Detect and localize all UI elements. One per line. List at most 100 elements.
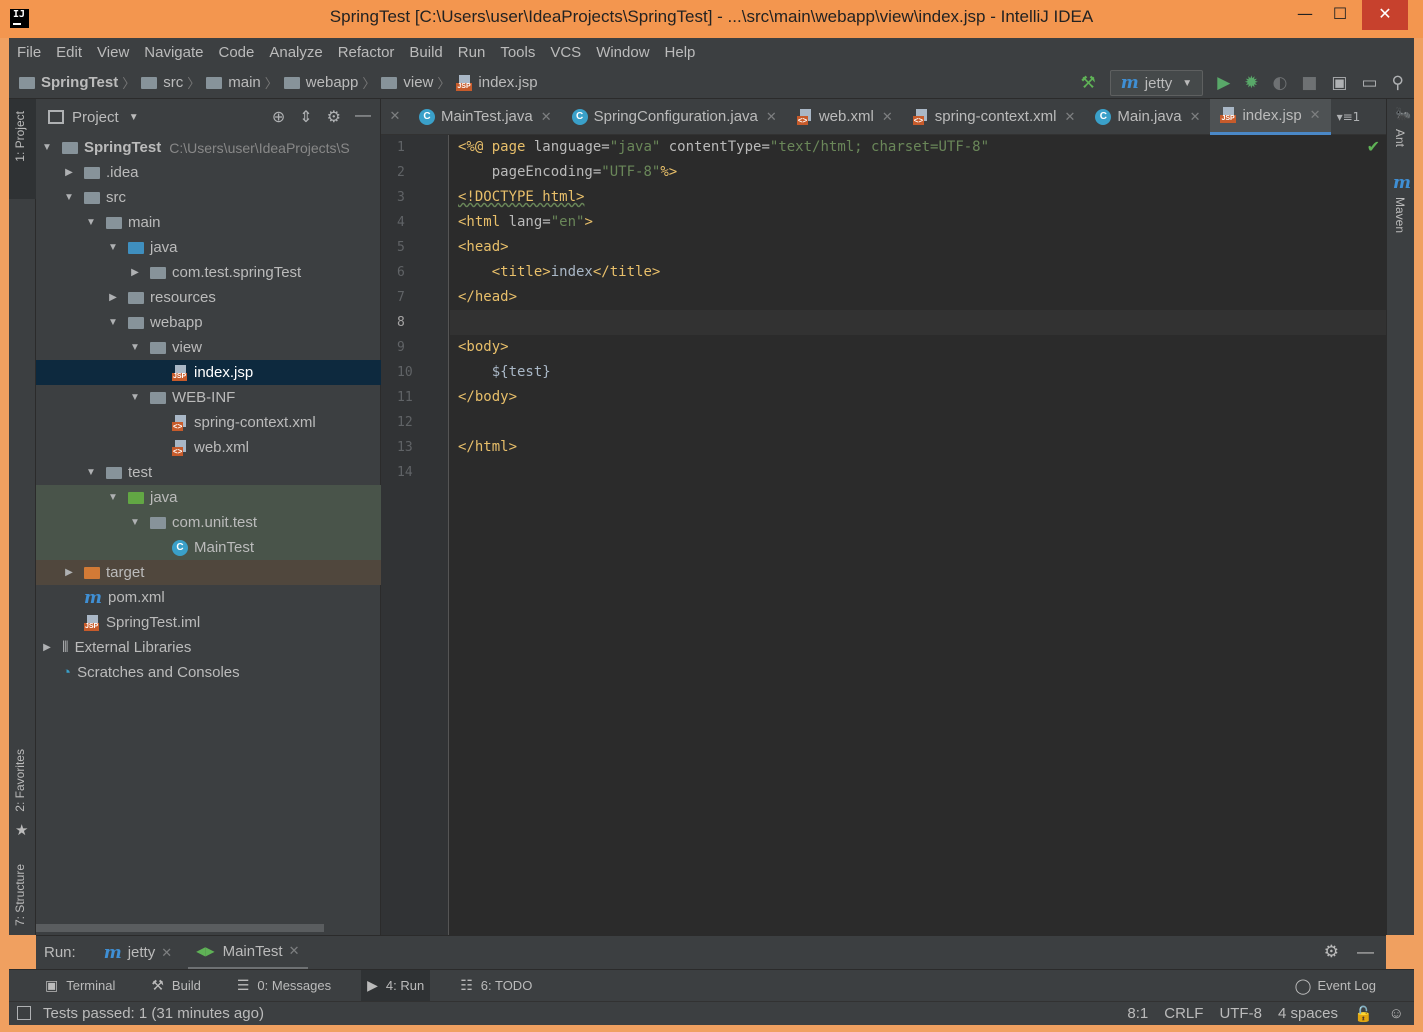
close-icon[interactable]: ✕ xyxy=(381,109,409,124)
tree-item[interactable]: spring-context.xml xyxy=(36,410,381,435)
tree-item[interactable]: ▶ ⦀ External Libraries xyxy=(36,635,381,660)
code-line[interactable]: ${test} xyxy=(450,360,1386,385)
caret-position[interactable]: 8:1 xyxy=(1127,1005,1148,1022)
tree-item-selected[interactable]: index.jsp xyxy=(36,360,381,385)
tree-item[interactable]: ▼ test xyxy=(36,460,381,485)
collapse-all-icon[interactable]: ⇕ xyxy=(299,107,312,127)
debug-icon[interactable]: ✹ xyxy=(1244,73,1258,93)
tree-item[interactable]: ▼ java xyxy=(36,485,381,510)
code-line[interactable]: </head> xyxy=(450,285,1386,310)
menu-tools[interactable]: Tools xyxy=(500,44,535,61)
tab-springconfiguration[interactable]: C SpringConfiguration.java ✕ xyxy=(562,99,787,135)
expanded-arrow-icon[interactable]: ▼ xyxy=(106,492,120,503)
breadcrumb-item[interactable]: view xyxy=(403,74,433,91)
expanded-arrow-icon[interactable]: ▼ xyxy=(128,517,142,528)
favorites-tool-button[interactable]: 2: Favorites xyxy=(13,749,27,812)
code-line-current[interactable] xyxy=(450,310,1386,335)
close-icon[interactable]: ✕ xyxy=(1310,107,1321,123)
code-editor[interactable]: <%@ page language="java" contentType="te… xyxy=(450,135,1386,935)
build-hammer-icon[interactable]: ⚒ xyxy=(1081,73,1096,93)
code-line[interactable] xyxy=(450,460,1386,485)
tab-main[interactable]: C Main.java ✕ xyxy=(1085,99,1210,135)
run-configuration-select[interactable]: m jetty ▼ xyxy=(1109,70,1204,96)
expanded-arrow-icon[interactable]: ▼ xyxy=(84,467,98,478)
tree-item[interactable]: ▼ com.unit.test xyxy=(36,510,381,535)
todo-tool-button[interactable]: ☷ 6: TODO xyxy=(454,970,538,1002)
expanded-arrow-icon[interactable]: ▼ xyxy=(40,142,54,153)
unlock-icon[interactable]: 🔓 xyxy=(1354,1005,1373,1023)
close-button[interactable]: ✕ xyxy=(1362,0,1408,30)
code-line[interactable] xyxy=(450,410,1386,435)
run-tool-button[interactable]: ▶ 4: Run xyxy=(361,969,431,1002)
collapsed-arrow-icon[interactable]: ▶ xyxy=(62,167,76,178)
tab-overflow-icon[interactable]: ▾≡1 xyxy=(1337,110,1361,124)
menu-help[interactable]: Help xyxy=(665,44,696,61)
tree-item[interactable]: ▼ main xyxy=(36,210,381,235)
horizontal-scrollbar[interactable] xyxy=(36,924,324,932)
tree-item[interactable]: ▼ view xyxy=(36,335,381,360)
tab-spring-context[interactable]: spring-context.xml ✕ xyxy=(903,99,1086,135)
status-message[interactable]: Tests passed: 1 (31 minutes ago) xyxy=(43,1005,264,1022)
stop-icon[interactable]: ■ xyxy=(1301,73,1317,93)
tree-item[interactable]: ▶ resources xyxy=(36,285,381,310)
menu-refactor[interactable]: Refactor xyxy=(338,44,395,61)
tree-item[interactable]: ▼ webapp xyxy=(36,310,381,335)
expanded-arrow-icon[interactable]: ▼ xyxy=(84,217,98,228)
code-line[interactable]: <title>index</title> xyxy=(450,260,1386,285)
menu-navigate[interactable]: Navigate xyxy=(144,44,203,61)
tree-item[interactable]: web.xml xyxy=(36,435,381,460)
menu-analyze[interactable]: Analyze xyxy=(269,44,322,61)
expanded-arrow-icon[interactable]: ▼ xyxy=(106,317,120,328)
tab-web-xml[interactable]: web.xml ✕ xyxy=(787,99,903,135)
code-line[interactable]: <body> xyxy=(450,335,1386,360)
tree-item[interactable]: SpringTest.iml xyxy=(36,610,381,635)
menu-file[interactable]: File xyxy=(17,44,41,61)
tree-item[interactable]: ▼ java xyxy=(36,235,381,260)
event-log-button[interactable]: ◯ Event Log xyxy=(1295,977,1376,995)
expanded-arrow-icon[interactable]: ▼ xyxy=(106,242,120,253)
file-encoding[interactable]: UTF-8 xyxy=(1219,1005,1262,1022)
breadcrumb-item[interactable]: src xyxy=(163,74,183,91)
messages-tool-button[interactable]: ☰ 0: Messages xyxy=(231,970,337,1002)
maven-tool-button[interactable]: Maven xyxy=(1393,197,1407,233)
collapsed-arrow-icon[interactable]: ▶ xyxy=(106,292,120,303)
menu-code[interactable]: Code xyxy=(218,44,254,61)
close-icon[interactable]: ✕ xyxy=(882,109,893,125)
expanded-arrow-icon[interactable]: ▼ xyxy=(128,342,142,353)
tree-item[interactable]: ▼ WEB-INF xyxy=(36,385,381,410)
tree-item[interactable]: ▶ target xyxy=(36,560,381,585)
indent-setting[interactable]: 4 spaces xyxy=(1278,1005,1338,1022)
terminal-tool-button[interactable]: ▣ Terminal xyxy=(39,970,121,1002)
breadcrumb-item[interactable]: webapp xyxy=(306,74,359,91)
collapsed-arrow-icon[interactable]: ▶ xyxy=(128,267,142,278)
gear-icon[interactable]: ⚙ xyxy=(327,107,341,127)
menu-build[interactable]: Build xyxy=(409,44,442,61)
tree-item[interactable]: C MainTest xyxy=(36,535,381,560)
project-tool-button[interactable]: 1: Project xyxy=(9,99,36,199)
menu-window[interactable]: Window xyxy=(596,44,649,61)
menu-edit[interactable]: Edit xyxy=(56,44,82,61)
code-line[interactable]: pageEncoding="UTF-8"%> xyxy=(450,160,1386,185)
tab-maintest[interactable]: C MainTest.java ✕ xyxy=(409,99,562,135)
menu-view[interactable]: View xyxy=(97,44,129,61)
search-icon[interactable]: ⚲ xyxy=(1392,73,1404,93)
breadcrumb-item[interactable]: main xyxy=(228,74,261,91)
project-panel-title[interactable]: Project xyxy=(72,109,119,126)
menu-vcs[interactable]: VCS xyxy=(550,44,581,61)
expanded-arrow-icon[interactable]: ▼ xyxy=(128,392,142,403)
ant-tool-button[interactable]: Ant xyxy=(1393,129,1407,147)
code-line[interactable]: </html> xyxy=(450,435,1386,460)
menu-run[interactable]: Run xyxy=(458,44,486,61)
close-icon[interactable]: ✕ xyxy=(766,109,777,125)
tree-item[interactable]: ▶ .idea xyxy=(36,160,381,185)
close-icon[interactable]: ✕ xyxy=(1064,109,1075,125)
tree-item[interactable]: ▶ com.test.springTest xyxy=(36,260,381,285)
code-line[interactable]: <%@ page language="java" contentType="te… xyxy=(450,135,1386,160)
run-tab-maintest[interactable]: ◀▶ MainTest ✕ xyxy=(188,936,308,970)
tree-item[interactable]: m pom.xml xyxy=(36,585,381,610)
close-icon[interactable]: ✕ xyxy=(161,945,172,961)
close-icon[interactable]: ✕ xyxy=(541,109,552,125)
breadcrumb-item[interactable]: SpringTest xyxy=(41,74,118,91)
line-separator[interactable]: CRLF xyxy=(1164,1005,1203,1022)
run-icon[interactable]: ▶ xyxy=(1217,73,1230,93)
